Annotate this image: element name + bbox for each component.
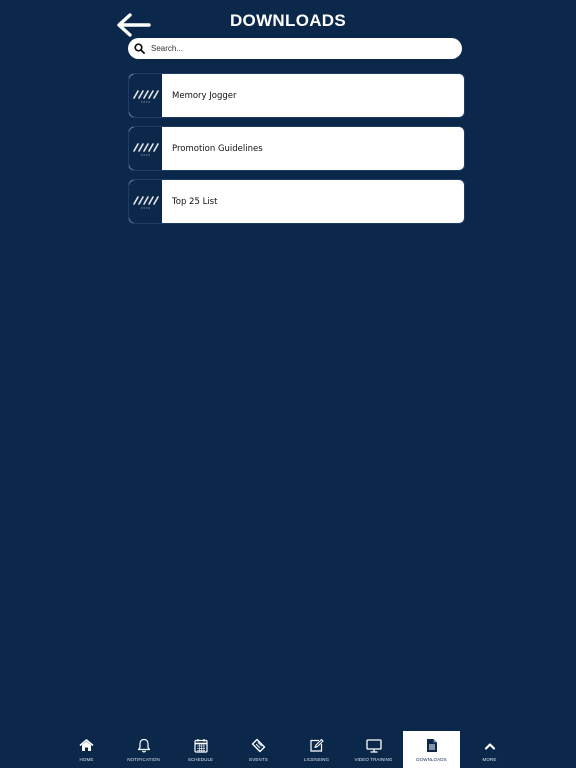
page-title: DOWNLOADS [229,11,347,30]
logo-icon [132,195,159,208]
header: DOWNLOADS [0,0,576,38]
edit-icon [310,738,324,752]
search-icon [134,43,145,54]
search-input[interactable] [151,44,451,53]
tab-label: LICENSING [303,757,330,762]
tab-video-training[interactable]: VIDEO TRAINING [345,731,402,768]
tab-label: HOME [79,757,94,762]
file-thumbnail [129,74,163,117]
logo-icon [132,89,159,102]
home-icon [79,739,94,751]
tab-label: EVENTS [249,757,268,762]
list-item[interactable]: Promotion Guidelines [128,126,465,171]
bell-icon [137,738,150,753]
file-thumbnail [129,180,163,223]
tab-schedule[interactable]: SCHEDULE [172,731,229,768]
monitor-icon [365,738,382,753]
logo-icon [132,142,159,155]
tab-events[interactable]: EVENTS [230,731,287,768]
download-title: Top 25 List [172,196,218,207]
list-item[interactable]: Top 25 List [128,179,465,224]
tab-notification[interactable]: NOTIFICATION [115,731,172,768]
tab-label: MORE [482,757,497,762]
tab-downloads[interactable]: DOWNLOADS [403,731,460,768]
tab-label: DOWNLOADS [416,757,447,762]
document-icon [426,739,437,752]
calendar-icon [193,739,208,753]
file-thumbnail [129,127,163,170]
ticket-icon [251,738,266,753]
tab-more[interactable]: MORE [461,731,518,768]
download-title: Memory Jogger [172,90,237,101]
search-bar[interactable] [128,38,462,59]
bottom-tab-bar: HOME NOTIFICATION SCHEDULE EVENTS LICENS… [0,731,576,768]
list-item[interactable]: Memory Jogger [128,73,465,118]
tab-label: SCHEDULE [187,757,214,762]
download-title: Promotion Guidelines [172,143,263,154]
downloads-list: Memory Jogger Promotion Guidelines Top 2… [128,73,465,232]
tab-licensing[interactable]: LICENSING [288,731,345,768]
tab-home[interactable]: HOME [58,731,115,768]
tab-label: NOTIFICATION [127,757,160,762]
tab-label: VIDEO TRAINING [354,757,393,762]
chevron-up-icon [484,742,495,750]
